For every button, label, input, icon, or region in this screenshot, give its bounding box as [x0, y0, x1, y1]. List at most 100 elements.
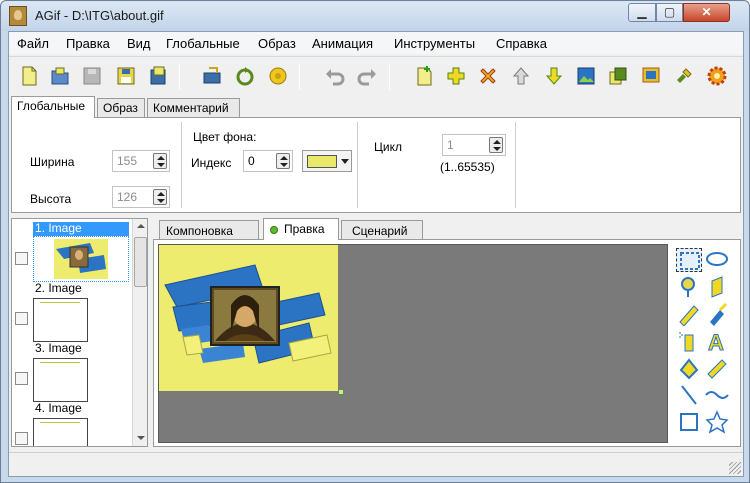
toolbar: [9, 56, 743, 94]
app-icon: [9, 6, 27, 26]
settings-icon[interactable]: [706, 65, 728, 87]
menu-image[interactable]: Образ: [258, 36, 296, 51]
frame-checkbox[interactable]: [15, 432, 28, 445]
tab-global[interactable]: Глобальные: [11, 96, 95, 118]
frame-item[interactable]: 1. Image: [12, 222, 130, 282]
play-icon[interactable]: [267, 65, 289, 87]
fill-icon[interactable]: [676, 356, 702, 380]
chevron-down-icon: [341, 159, 349, 164]
width-label: Ширина: [30, 155, 75, 169]
scroll-down-icon[interactable]: [137, 436, 145, 440]
frame-checkbox[interactable]: [15, 252, 28, 265]
save-disabled-icon[interactable]: [81, 65, 103, 87]
loop-value: 1: [447, 138, 454, 152]
frame-thumbnail: [33, 236, 129, 282]
tools-icon[interactable]: [673, 65, 695, 87]
image-canvas[interactable]: [159, 245, 338, 391]
width-spinner-arrows-icon[interactable]: [153, 153, 167, 169]
tab-image[interactable]: Образ: [97, 98, 145, 118]
menu-help[interactable]: Справка: [496, 36, 547, 51]
save-as-icon[interactable]: [147, 65, 169, 87]
frame-thumbnail: [33, 418, 88, 446]
width-spinner[interactable]: 155: [112, 150, 170, 172]
move-down-icon[interactable]: [543, 65, 565, 87]
frame-item[interactable]: 3. Image: [12, 342, 130, 402]
image-icon[interactable]: [575, 65, 597, 87]
frame-title: 4. Image: [35, 401, 82, 415]
index-spinner[interactable]: 0: [243, 150, 293, 172]
menu-global[interactable]: Глобальные: [166, 36, 240, 51]
frame-item[interactable]: 2. Image: [12, 282, 130, 342]
loop-range: (1..65535): [440, 160, 495, 174]
app-window: AGif - D:\ITG\about.gif ▁ ▢ ✕ Файл Правк…: [0, 0, 750, 483]
frame-list: 1. Image 2. Image 3. Image 4. Image: [11, 218, 148, 447]
title-bar[interactable]: AGif - D:\ITG\about.gif ▁ ▢ ✕: [1, 1, 749, 31]
rectangle-icon[interactable]: [676, 410, 702, 434]
line-icon[interactable]: [676, 383, 702, 407]
add-frame-icon[interactable]: [413, 65, 435, 87]
canvas-area[interactable]: [158, 244, 668, 443]
height-spinner-arrows-icon[interactable]: [153, 189, 167, 205]
tab-comment[interactable]: Комментарий: [147, 98, 240, 118]
status-bar: [9, 452, 743, 476]
move-up-icon[interactable]: [510, 65, 532, 87]
undo-icon[interactable]: [324, 65, 346, 87]
text-icon[interactable]: A: [704, 329, 730, 356]
frame-title: 3. Image: [35, 341, 82, 355]
bg-color-picker[interactable]: [302, 150, 352, 172]
properties-panel: Ширина 155 Высота 126 Цвет фона: Индекс …: [11, 117, 741, 213]
eraser-icon[interactable]: [704, 275, 730, 299]
menu-edit[interactable]: Правка: [66, 36, 110, 51]
import-icon[interactable]: [201, 65, 223, 87]
window-title: AGif - D:\ITG\about.gif: [35, 8, 164, 23]
star-icon[interactable]: [704, 410, 730, 434]
scroll-thumb[interactable]: [134, 237, 147, 287]
redo-icon[interactable]: [356, 65, 378, 87]
height-spinner[interactable]: 126: [112, 186, 170, 208]
delete-icon[interactable]: [477, 65, 499, 87]
minimize-button[interactable]: ▁: [628, 3, 656, 22]
index-label: Индекс: [191, 156, 232, 170]
lasso-icon[interactable]: [704, 248, 730, 272]
menu-view[interactable]: Вид: [127, 36, 151, 51]
index-value: 0: [248, 154, 255, 168]
resize-grip-icon[interactable]: [729, 462, 741, 474]
frame-item[interactable]: 4. Image: [12, 401, 130, 446]
curve-icon[interactable]: [704, 383, 730, 407]
insert-icon[interactable]: [445, 65, 467, 87]
tab-edit-label: Правка: [284, 222, 325, 236]
scroll-up-icon[interactable]: [137, 224, 145, 228]
maximize-button[interactable]: ▢: [656, 3, 683, 22]
reload-icon[interactable]: [234, 65, 256, 87]
select-rect-icon[interactable]: [676, 248, 702, 272]
menu-file[interactable]: Файл: [17, 36, 49, 51]
bg-color-swatch: [307, 155, 337, 168]
frame-list-scrollbar[interactable]: [132, 219, 147, 446]
new-file-icon[interactable]: [18, 65, 40, 87]
frame-checkbox[interactable]: [15, 312, 28, 325]
loop-label: Цикл: [374, 140, 402, 154]
export-icon[interactable]: [640, 65, 662, 87]
menu-bar: Файл Правка Вид Глобальные Образ Анимаци…: [9, 32, 743, 54]
index-spinner-arrows-icon[interactable]: [276, 153, 290, 169]
loop-spinner-arrows-icon[interactable]: [489, 137, 503, 153]
tab-layout[interactable]: Компоновка: [159, 220, 259, 240]
close-button[interactable]: ✕: [683, 3, 730, 22]
resize-handle[interactable]: [338, 389, 344, 395]
copy-icon[interactable]: [607, 65, 629, 87]
pencil-icon[interactable]: [676, 302, 702, 327]
frame-checkbox[interactable]: [15, 372, 28, 385]
menu-tools[interactable]: Инструменты: [394, 36, 475, 51]
color-picker-icon[interactable]: [676, 275, 702, 299]
bucket-icon[interactable]: [704, 356, 730, 380]
save-icon[interactable]: [115, 65, 137, 87]
menu-animation[interactable]: Анимация: [312, 36, 373, 51]
frame-title: 1. Image: [33, 222, 129, 236]
tab-script[interactable]: Сценарий: [341, 220, 423, 240]
open-file-icon[interactable]: [49, 65, 71, 87]
tab-edit[interactable]: Правка: [263, 218, 339, 240]
loop-spinner[interactable]: 1: [442, 134, 506, 156]
tool-palette: A: [672, 244, 737, 443]
brush-icon[interactable]: [704, 302, 730, 326]
spray-icon[interactable]: [676, 329, 702, 353]
